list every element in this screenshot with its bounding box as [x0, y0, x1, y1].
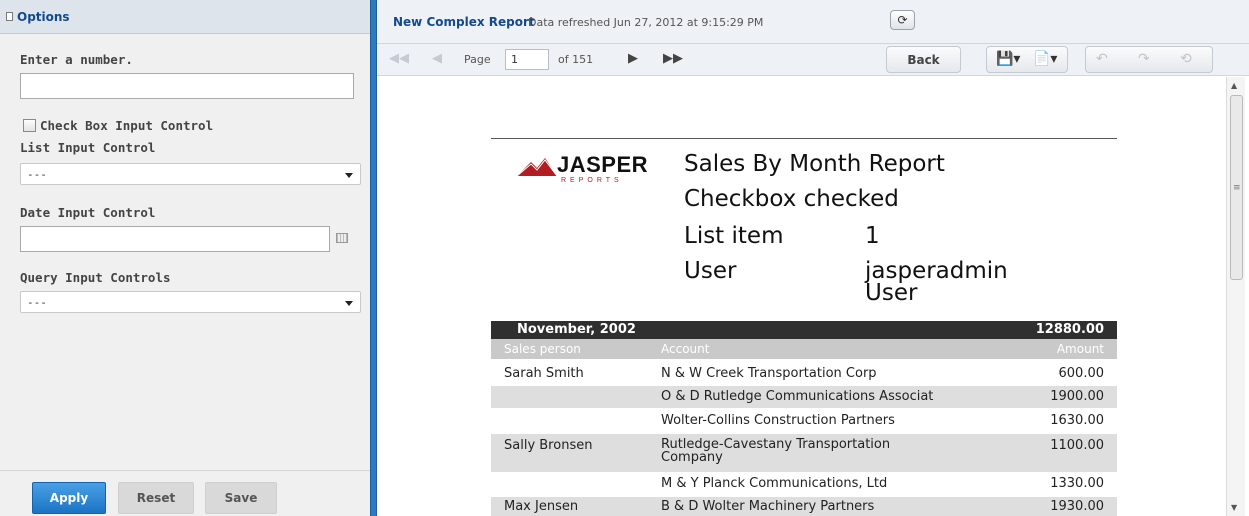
- reset-button[interactable]: Reset: [118, 482, 194, 514]
- viewer-toolbar: ◀◀ ◀ Page 1 of 151 ▶ ▶▶ Back 💾▾ 📄▾ ↶ ↷ ⟲: [377, 44, 1249, 76]
- viewer-header: New Complex Report Data refreshed Jun 27…: [377, 0, 1249, 44]
- row-person: Max Jensen: [504, 499, 579, 514]
- table-row: M & Y Planck Communications, Ltd 1330.00: [491, 473, 1117, 496]
- calendar-icon[interactable]: [336, 233, 348, 243]
- query-select[interactable]: ---: [20, 291, 361, 313]
- refresh-status: Data refreshed Jun 27, 2012 at 9:15:29 P…: [528, 16, 764, 29]
- logo-mountain-icon: [517, 158, 557, 176]
- grip-icon: ≡: [1233, 183, 1241, 193]
- save-button[interactable]: Save: [205, 482, 277, 514]
- options-footer: Apply Reset Save: [0, 470, 370, 516]
- scrollbar-thumb[interactable]: ≡: [1230, 95, 1243, 280]
- save-icon[interactable]: 💾▾: [996, 51, 1020, 67]
- refresh-icon: ⟳: [897, 13, 908, 27]
- report-viewer: New Complex Report Data refreshed Jun 27…: [377, 0, 1249, 516]
- col-account: Account: [661, 342, 710, 356]
- month-label: November, 2002: [517, 322, 636, 337]
- checkbox-status: Checkbox checked: [684, 186, 899, 212]
- row-amount: 600.00: [1058, 366, 1105, 381]
- table-row: O & D Rutledge Communications Associat 1…: [491, 386, 1117, 408]
- checkbox-label[interactable]: Check Box Input Control: [40, 118, 213, 133]
- chevron-down-icon: [345, 301, 353, 306]
- table-row: Max Jensen B & D Wolter Machinery Partne…: [491, 497, 1117, 516]
- report-top-rule: [491, 138, 1117, 139]
- history-group: ↶ ↷ ⟲: [1085, 46, 1213, 73]
- month-total: 12880.00: [1035, 322, 1104, 337]
- row-account: N & W Creek Transportation Corp: [661, 366, 877, 381]
- next-page-icon[interactable]: ▶: [628, 51, 638, 67]
- refresh-button[interactable]: ⟳: [890, 10, 915, 30]
- chevron-down-icon: [345, 173, 353, 178]
- table-row: Wolter-Collins Construction Partners 163…: [491, 409, 1117, 433]
- col-amount: Amount: [1056, 342, 1104, 356]
- list-label: List Input Control: [20, 140, 156, 155]
- list-item-label: List item: [684, 223, 784, 249]
- list-item-value: 1: [865, 223, 880, 249]
- logo-subtext: REPORTS: [561, 177, 623, 184]
- list-select-value: ---: [27, 168, 47, 181]
- row-account-line2: Company: [661, 450, 723, 465]
- page-input[interactable]: 1: [505, 49, 549, 70]
- page-label: Page: [464, 53, 491, 66]
- date-label: Date Input Control: [20, 205, 156, 220]
- scroll-down-icon[interactable]: ▼: [1231, 503, 1237, 512]
- redo-icon[interactable]: ↷: [1138, 51, 1150, 67]
- row-account: M & Y Planck Communications, Ltd: [661, 476, 888, 491]
- undo-icon[interactable]: ↶: [1096, 51, 1108, 67]
- options-panel: Options Enter a number. Check Box Input …: [0, 0, 370, 516]
- row-amount: 1900.00: [1050, 389, 1104, 404]
- export-group: 💾▾ 📄▾: [986, 46, 1068, 73]
- collapse-icon[interactable]: [6, 12, 13, 21]
- report-heading: Sales By Month Report: [684, 151, 945, 177]
- query-label: Query Input Controls: [20, 270, 171, 285]
- row-person: Sarah Smith: [504, 366, 584, 381]
- date-input[interactable]: [20, 226, 330, 252]
- table-row: Sarah Smith N & W Creek Transportation C…: [491, 361, 1117, 385]
- options-title: Options: [17, 9, 70, 24]
- export-icon[interactable]: 📄▾: [1033, 51, 1057, 67]
- undo-all-icon[interactable]: ⟲: [1180, 51, 1192, 67]
- checkbox-input[interactable]: [23, 119, 36, 132]
- number-input[interactable]: [20, 73, 354, 99]
- row-account: O & D Rutledge Communications Associat: [661, 389, 934, 404]
- logo-text: JASPER: [557, 152, 649, 177]
- vertical-scrollbar[interactable]: ▲ ≡ ▼: [1226, 77, 1245, 516]
- row-account: Wolter-Collins Construction Partners: [661, 413, 895, 428]
- month-group-header: November, 2002 12880.00: [491, 321, 1117, 339]
- col-sales-person: Sales person: [504, 342, 581, 356]
- table-row: Sally Bronsen Rutledge-Cavestany Transpo…: [491, 434, 1117, 472]
- previous-page-icon[interactable]: ◀: [432, 51, 442, 67]
- row-amount: 1930.00: [1050, 499, 1104, 514]
- list-select[interactable]: ---: [20, 163, 361, 185]
- row-person: Sally Bronsen: [504, 438, 593, 453]
- options-header[interactable]: Options: [0, 0, 370, 34]
- user-label: User: [684, 258, 737, 284]
- jasper-logo: JASPER REPORTS: [517, 152, 649, 188]
- user-value-2: User: [865, 280, 918, 306]
- row-account: B & D Wolter Machinery Partners: [661, 499, 875, 514]
- last-page-icon[interactable]: ▶▶: [663, 51, 683, 67]
- page-count: of 151: [558, 53, 594, 66]
- back-button[interactable]: Back: [886, 46, 961, 73]
- row-amount: 1100.00: [1050, 438, 1104, 453]
- query-select-value: ---: [27, 296, 47, 309]
- number-label: Enter a number.: [20, 52, 133, 67]
- first-page-icon[interactable]: ◀◀: [389, 51, 409, 67]
- scroll-up-icon[interactable]: ▲: [1231, 81, 1237, 90]
- row-amount: 1630.00: [1050, 413, 1104, 428]
- row-account: Rutledge-Cavestany Transportation Compan…: [661, 438, 890, 464]
- report-title: New Complex Report: [393, 15, 535, 29]
- column-headers: Sales person Account Amount: [491, 339, 1117, 359]
- panel-splitter[interactable]: [370, 0, 377, 516]
- apply-button[interactable]: Apply: [32, 482, 106, 514]
- row-amount: 1330.00: [1050, 476, 1104, 491]
